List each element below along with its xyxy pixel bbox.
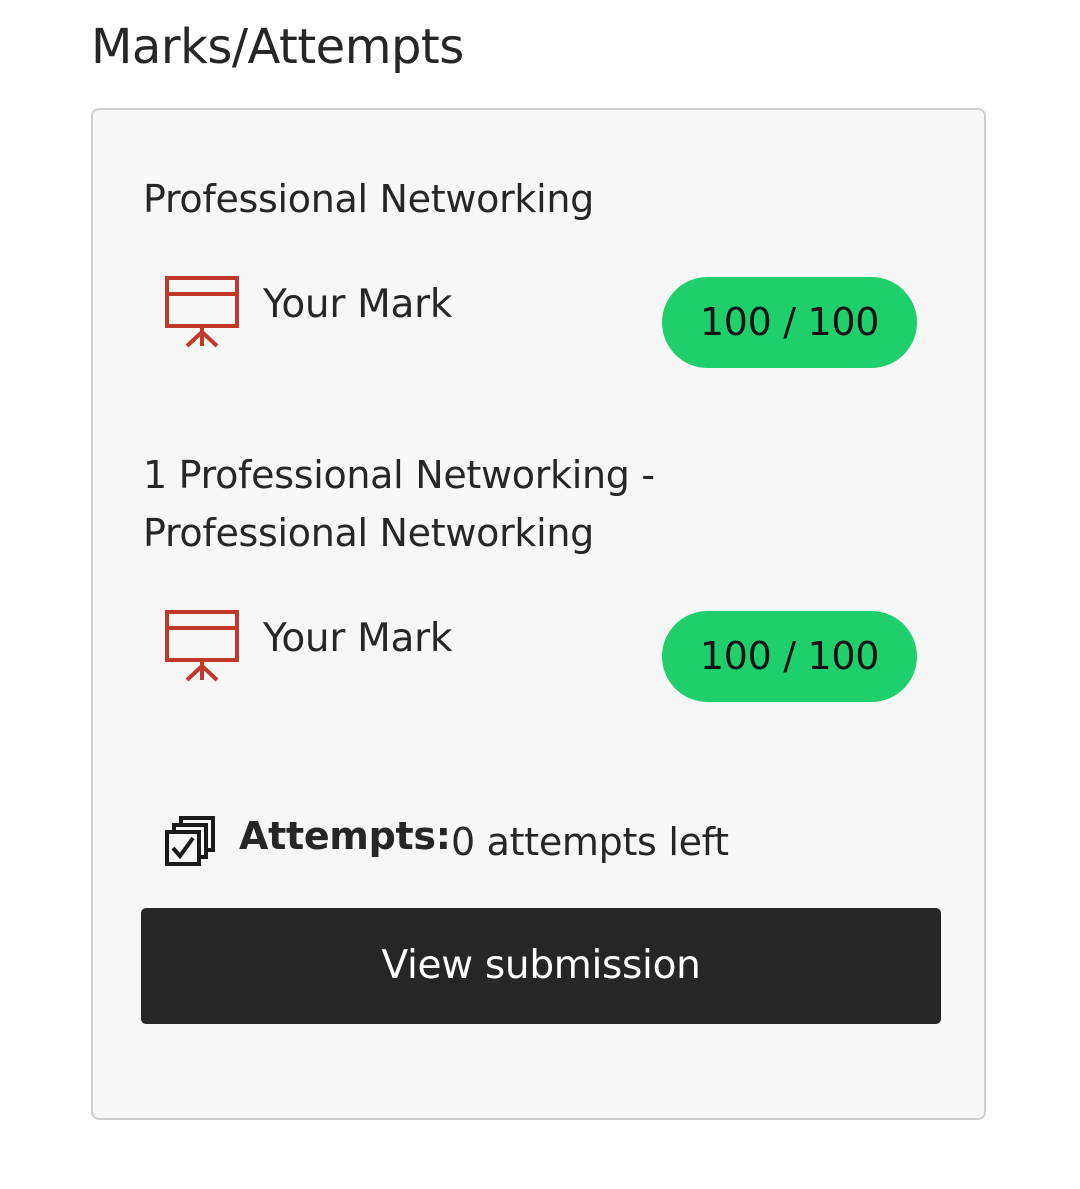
mark-score-badge: 100 / 100 <box>662 611 917 702</box>
section-title-line-2: Professional Networking <box>143 511 594 555</box>
stacked-checkbox-icon <box>165 816 215 866</box>
mark-label: Your Mark <box>263 616 453 661</box>
page-title: Marks/Attempts <box>91 19 464 75</box>
mark-row: Your Mark 100 / 100 <box>165 610 917 702</box>
section-title: Professional Networking <box>143 177 594 221</box>
section-title-line-1: 1 Professional Networking - <box>143 453 655 497</box>
view-submission-button[interactable]: View submission <box>141 908 941 1024</box>
attempts-label: Attempts: <box>239 814 451 858</box>
attempts-row: Attempts: 0 attempts left <box>165 810 885 874</box>
marks-attempts-panel: Professional Networking Your Mark 100 / … <box>91 108 986 1120</box>
presentation-board-icon <box>165 276 239 348</box>
mark-row: Your Mark 100 / 100 <box>165 276 917 368</box>
mark-score-badge: 100 / 100 <box>662 277 917 368</box>
attempts-value: 0 attempts left <box>451 820 729 864</box>
presentation-board-icon <box>165 610 239 682</box>
mark-label: Your Mark <box>263 282 453 327</box>
